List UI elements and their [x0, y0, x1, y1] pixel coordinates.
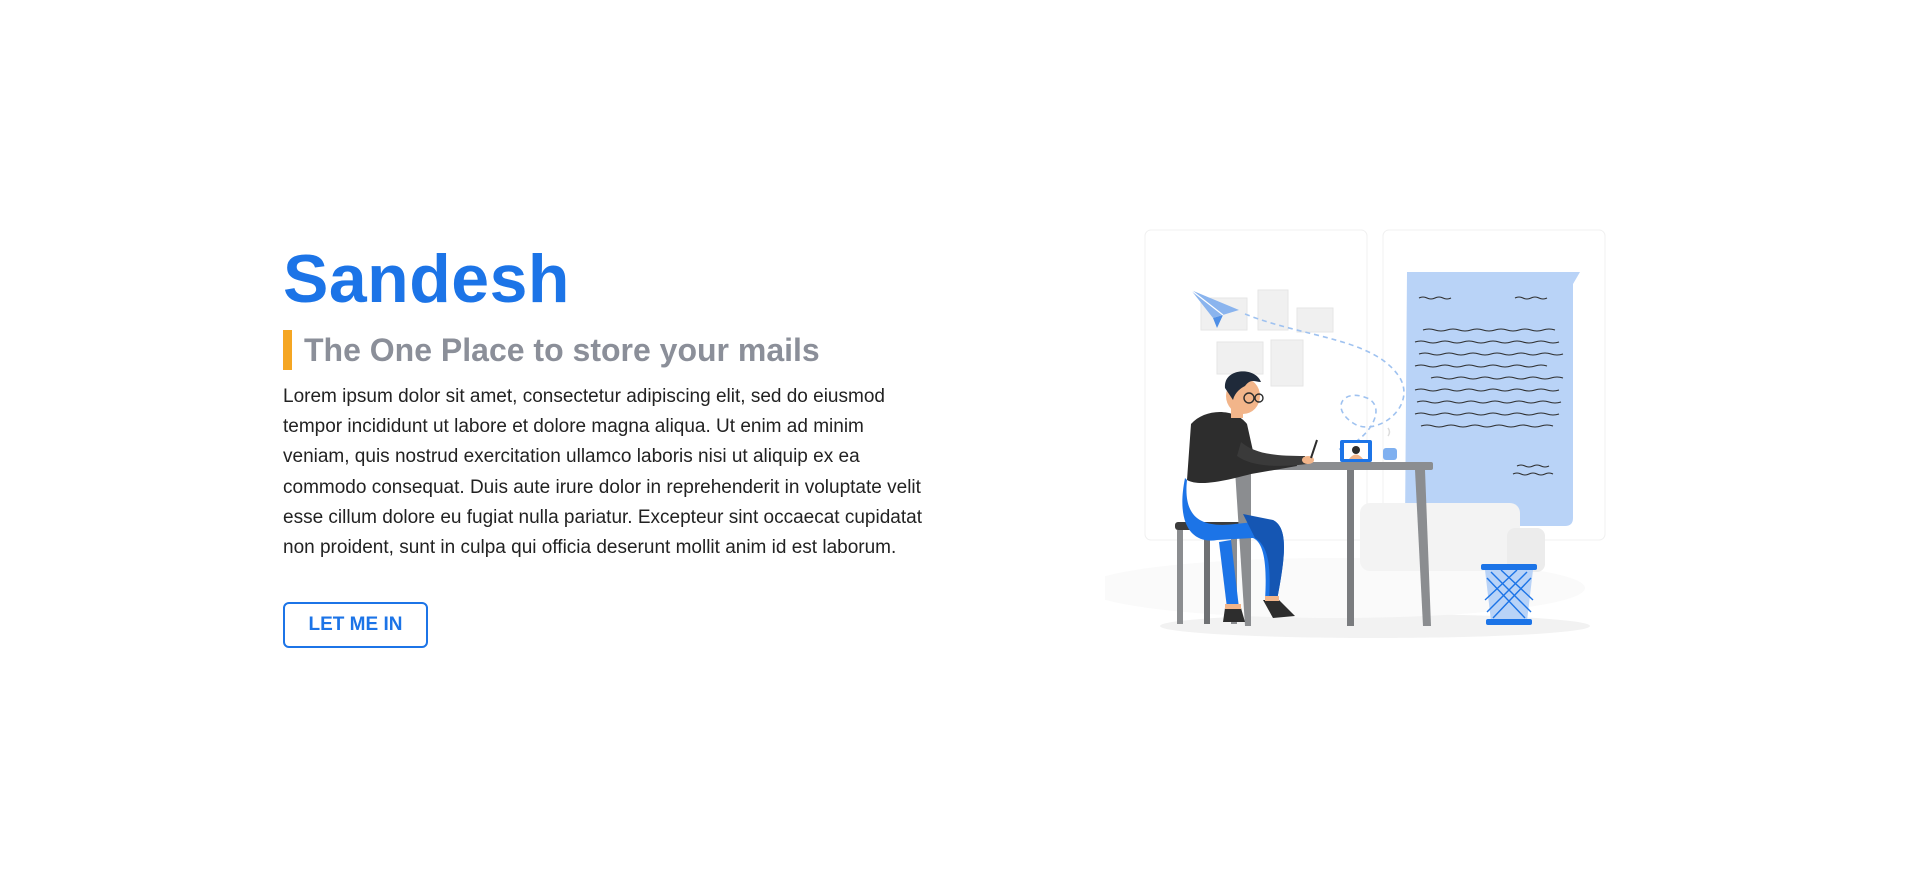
- hero-content: Sandesh The One Place to store your mail…: [283, 240, 943, 649]
- tagline-text: The One Place to store your mails: [304, 331, 820, 368]
- brand-title: Sandesh: [283, 241, 570, 317]
- person-writing-letter-illustration: [1085, 228, 1645, 648]
- tagline: The One Place to store your mails: [283, 330, 943, 370]
- tagline-accent-bar: [283, 330, 292, 370]
- hero-section: Sandesh The One Place to store your mail…: [0, 0, 1919, 884]
- let-me-in-button[interactable]: LET ME IN: [283, 602, 428, 649]
- hero-description: Lorem ipsum dolor sit amet, consectetur …: [283, 386, 922, 559]
